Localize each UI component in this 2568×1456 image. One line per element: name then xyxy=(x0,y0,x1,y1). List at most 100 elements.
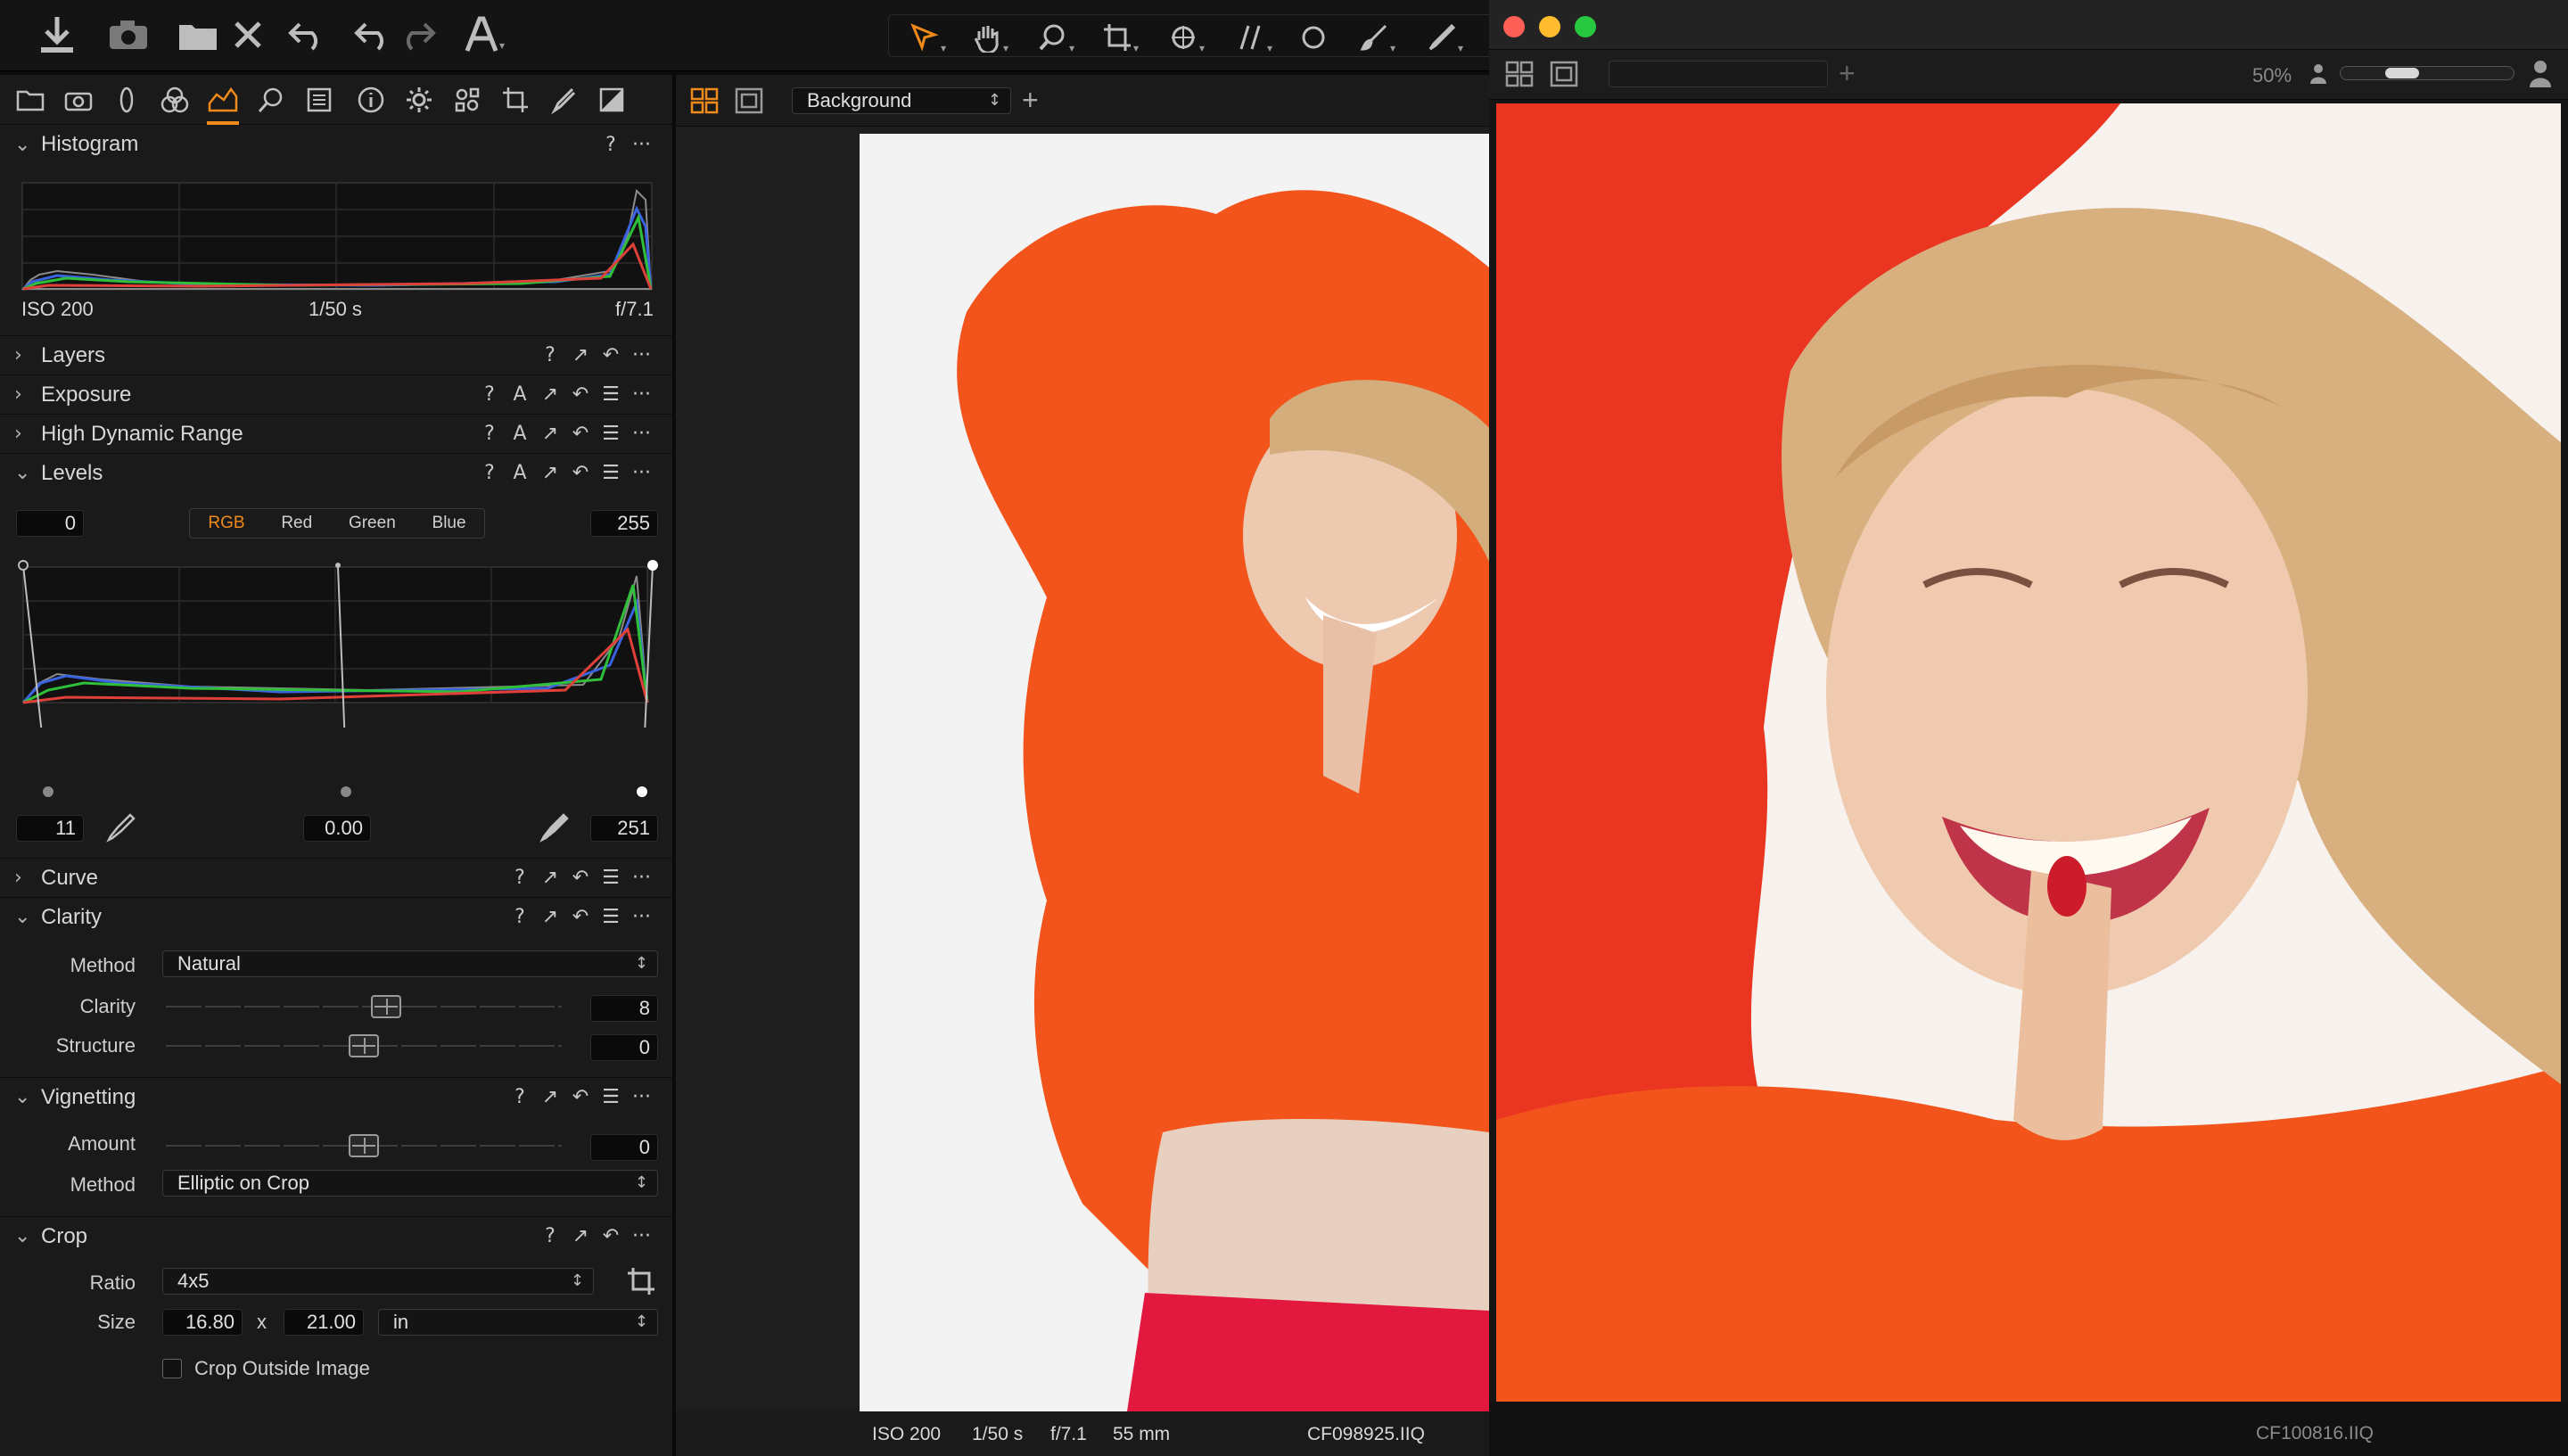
levels-midpoint[interactable]: 0.00 xyxy=(303,815,371,842)
capture-camera-icon[interactable] xyxy=(61,82,96,118)
exposure-icon[interactable] xyxy=(205,82,241,125)
reset-icon[interactable]: ↶ xyxy=(572,1086,589,1108)
help-icon[interactable]: ? xyxy=(541,1225,559,1247)
presets-icon[interactable]: ☰ xyxy=(602,423,620,445)
details-icon[interactable] xyxy=(253,82,289,118)
chevron-right-icon[interactable]: › xyxy=(14,344,22,366)
help-icon[interactable]: ? xyxy=(602,134,620,156)
delete-icon[interactable] xyxy=(228,12,268,57)
close-window-button[interactable] xyxy=(1503,16,1525,37)
presets-icon[interactable]: ☰ xyxy=(602,1086,620,1108)
more-icon[interactable]: ··· xyxy=(632,867,651,889)
metadata-info-icon[interactable] xyxy=(353,82,389,118)
minimize-window-button[interactable] xyxy=(1539,16,1560,37)
vignetting-amount-slider[interactable] xyxy=(166,1132,562,1159)
chevron-right-icon[interactable]: › xyxy=(14,867,22,889)
reset-icon[interactable]: ↶ xyxy=(572,867,589,889)
channel-rgb[interactable]: RGB xyxy=(208,514,244,533)
folder-move-icon[interactable] xyxy=(175,12,221,57)
styles-icon[interactable] xyxy=(594,82,630,118)
undo-icon[interactable] xyxy=(351,12,394,57)
single-view-icon[interactable] xyxy=(1550,61,1578,92)
copy-icon[interactable]: ↗ xyxy=(541,867,559,889)
redo-icon[interactable] xyxy=(396,12,439,57)
undo-all-icon[interactable] xyxy=(285,12,328,57)
zoom-slider-thumb[interactable] xyxy=(2385,68,2419,78)
more-icon[interactable]: ··· xyxy=(632,383,651,406)
copy-icon[interactable]: ↗ xyxy=(541,423,559,445)
eyedropper-black-icon[interactable] xyxy=(103,811,136,848)
crop-width-input[interactable]: 16.80 xyxy=(162,1309,243,1336)
structure-slider[interactable] xyxy=(166,1032,562,1059)
batch-icon[interactable] xyxy=(449,82,485,118)
copy-icon[interactable]: ↗ xyxy=(572,344,589,366)
help-icon[interactable]: ? xyxy=(511,867,529,889)
more-icon[interactable]: ··· xyxy=(632,423,651,445)
help-icon[interactable]: ? xyxy=(541,344,559,366)
select-cursor-icon[interactable]: ▾ xyxy=(901,15,948,60)
single-view-icon[interactable] xyxy=(735,87,763,119)
copy-icon[interactable]: ↗ xyxy=(541,383,559,406)
copy-icon[interactable]: ↗ xyxy=(572,1225,589,1247)
lens-icon[interactable] xyxy=(109,82,144,118)
camera-icon[interactable] xyxy=(105,12,152,57)
reset-icon[interactable]: ↶ xyxy=(602,1225,620,1247)
adjustments-list-icon[interactable] xyxy=(301,82,337,118)
crop-height-input[interactable]: 21.00 xyxy=(284,1309,364,1336)
auto-icon[interactable]: A xyxy=(511,423,529,445)
presets-icon[interactable]: ☰ xyxy=(602,462,620,484)
levels-header[interactable]: ⌄ Levels ? A ↗ ↶ ☰ ··· xyxy=(0,453,672,492)
add-layer-icon[interactable]: + xyxy=(1839,57,1856,90)
chevron-down-icon[interactable]: ⌄ xyxy=(14,462,30,484)
add-layer-icon[interactable]: + xyxy=(1022,84,1039,117)
picker-icon[interactable] xyxy=(546,82,581,118)
copy-icon[interactable]: ↗ xyxy=(541,906,559,928)
crop-apply-icon[interactable] xyxy=(626,1266,656,1301)
chevron-down-icon[interactable]: ⌄ xyxy=(14,134,30,156)
reset-icon[interactable]: ↶ xyxy=(572,383,589,406)
grid-view-icon[interactable] xyxy=(690,87,719,119)
histogram-header[interactable]: ⌄ Histogram ? ··· xyxy=(0,125,672,164)
help-icon[interactable]: ? xyxy=(481,383,498,406)
zoom-icon[interactable]: ▾ xyxy=(1030,15,1076,60)
channel-blue[interactable]: Blue xyxy=(432,514,466,533)
chevron-right-icon[interactable]: › xyxy=(14,383,22,406)
crop-unit-select[interactable]: in xyxy=(378,1309,658,1336)
crop-icon[interactable] xyxy=(498,82,533,118)
clarity-header[interactable]: ⌄ Clarity ? ↗ ↶ ☰ ··· xyxy=(0,897,672,936)
reset-icon[interactable]: ↶ xyxy=(572,462,589,484)
clarity-slider[interactable] xyxy=(166,993,562,1020)
levels-output-high[interactable]: 251 xyxy=(590,815,658,842)
chevron-down-icon[interactable]: ⌄ xyxy=(14,906,30,928)
levels-output-low[interactable]: 11 xyxy=(16,815,84,842)
eyedropper-white-icon[interactable] xyxy=(537,811,569,848)
exposure-header[interactable]: › Exposure ? A ↗ ↶ ☰ ··· xyxy=(0,374,672,414)
levels-input-low[interactable]: 0 xyxy=(16,510,84,537)
more-icon[interactable]: ··· xyxy=(632,1225,651,1247)
crop-tool-icon[interactable]: ▾ xyxy=(1094,15,1140,60)
layers-header[interactable]: › Layers ? ↗ ↶ ··· xyxy=(0,335,672,374)
chevron-down-icon[interactable]: ⌄ xyxy=(14,1225,30,1247)
more-icon[interactable]: ··· xyxy=(632,462,651,484)
vignetting-method-select[interactable]: Elliptic on Crop xyxy=(162,1170,658,1197)
presets-icon[interactable]: ☰ xyxy=(602,383,620,406)
more-icon[interactable]: ··· xyxy=(632,906,651,928)
straighten-icon[interactable]: ▾ xyxy=(1228,15,1274,60)
help-icon[interactable]: ? xyxy=(511,1086,529,1108)
pan-hand-icon[interactable]: ▾ xyxy=(964,15,1010,60)
vignetting-amount-value[interactable]: 0 xyxy=(590,1134,658,1161)
help-icon[interactable]: ? xyxy=(481,423,498,445)
chevron-right-icon[interactable]: › xyxy=(14,423,22,445)
reset-icon[interactable]: ↶ xyxy=(572,423,589,445)
crop-header[interactable]: ⌄ Crop ? ↗ ↶ ··· xyxy=(0,1216,672,1255)
presets-icon[interactable]: ☰ xyxy=(602,867,620,889)
reset-icon[interactable]: ↶ xyxy=(572,906,589,928)
copy-icon[interactable]: ↗ xyxy=(541,462,559,484)
help-icon[interactable]: ? xyxy=(481,462,498,484)
auto-icon[interactable]: A xyxy=(511,462,529,484)
levels-input-high[interactable]: 255 xyxy=(590,510,658,537)
layer-select-disabled[interactable] xyxy=(1609,61,1828,87)
vignetting-header[interactable]: ⌄ Vignetting ? ↗ ↶ ☰ ··· xyxy=(0,1077,672,1116)
presets-icon[interactable]: ☰ xyxy=(602,906,620,928)
brush-icon[interactable]: ▾ xyxy=(1351,15,1397,60)
